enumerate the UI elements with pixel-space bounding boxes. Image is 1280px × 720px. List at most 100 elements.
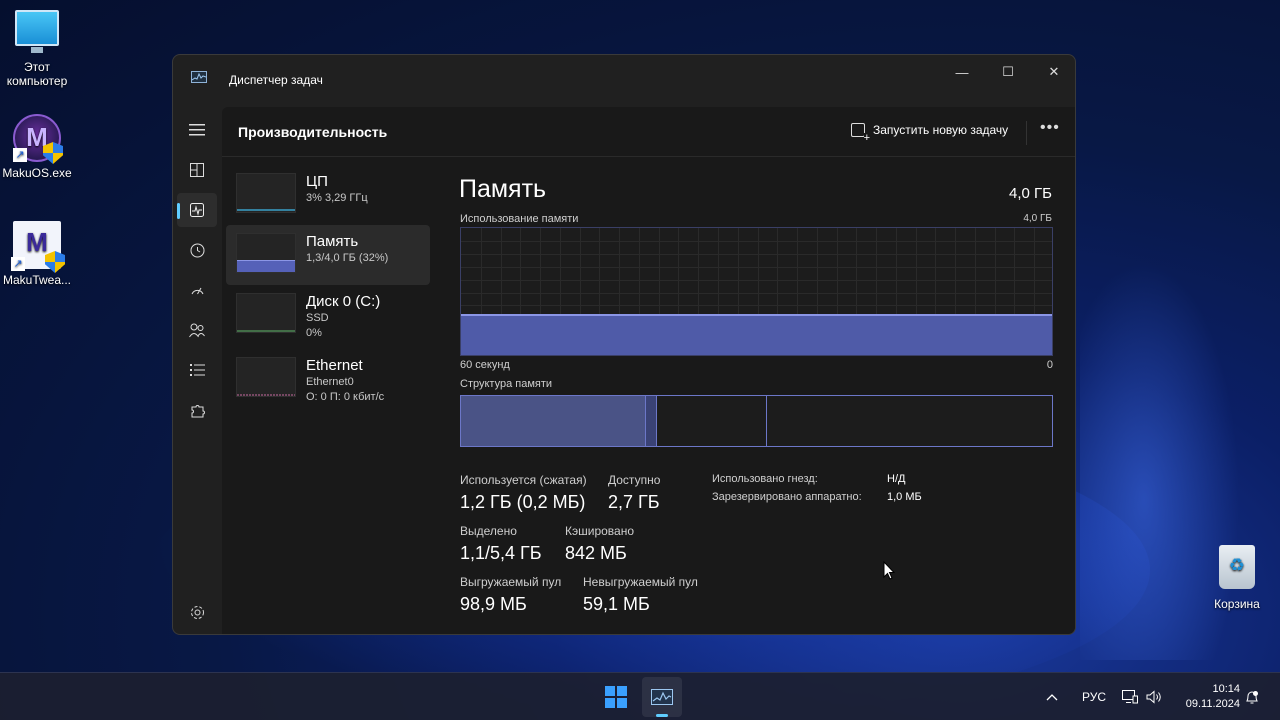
task-manager-app-icon (651, 689, 673, 705)
stat-cached-value: 842 МБ (565, 543, 627, 563)
network-button[interactable] (1122, 673, 1138, 720)
desktop-icon-label: Этот компьютер (6, 60, 68, 88)
memory-usage-fill (461, 314, 1052, 355)
device-item-ethernet[interactable]: Ethernet Ethernet0 О: 0 П: 0 кбит/с (226, 351, 430, 411)
title-bar[interactable]: Диспетчер задач — ☐ ✕ (173, 55, 1075, 105)
device-detail: Ethernet0 (306, 376, 354, 388)
nav-startup-apps[interactable] (177, 273, 217, 307)
memory-structure-bar (460, 395, 1053, 447)
shield-icon (43, 142, 63, 164)
ethernet-mini-graph (236, 357, 296, 397)
page-header: Производительность Запустить новую задач… (222, 107, 1075, 157)
more-options-button[interactable]: ••• (1040, 119, 1060, 137)
structure-standby-segment (657, 396, 767, 446)
minimize-button[interactable]: — (939, 57, 985, 87)
memory-usage-label: Использование памяти (460, 213, 579, 225)
memory-title: Память (459, 175, 547, 203)
nav-details[interactable] (177, 353, 217, 387)
desktop-icon-label: MakuOS.exe (2, 166, 72, 180)
desktop-icon-label: Корзина (1214, 597, 1260, 611)
device-name: Ethernet (306, 357, 363, 374)
stat-paged-pool-label: Выгружаемый пул (460, 575, 562, 589)
hamburger-menu-button[interactable] (177, 113, 217, 147)
device-detail-2: 0% (306, 327, 322, 339)
nav-active-indicator (177, 203, 180, 219)
task-manager-window: Диспетчер задач — ☐ ✕ Производительность (172, 54, 1076, 635)
hardware-reserved-label: Зарезервировано аппаратно: (712, 491, 862, 503)
cpu-mini-graph (236, 173, 296, 213)
disk-mini-graph (236, 293, 296, 333)
desktop-icon-makuos[interactable]: M ↗ MakuOS.exe (0, 114, 74, 180)
device-detail: 3% 3,29 ГГц (306, 192, 368, 204)
nav-services[interactable] (177, 393, 217, 427)
device-item-cpu[interactable]: ЦП 3% 3,29 ГГц (226, 165, 430, 225)
language-indicator[interactable]: РУС (1082, 673, 1106, 720)
stat-cached-label: Кэшировано (565, 524, 635, 538)
tray-overflow-button[interactable] (1046, 673, 1058, 720)
performance-icon (190, 203, 204, 217)
new-task-icon (851, 123, 870, 143)
stat-available-value: 2,7 ГБ (608, 492, 660, 512)
chevron-up-icon (1046, 694, 1058, 701)
device-detail: 1,3/4,0 ГБ (32%) (306, 252, 389, 264)
window-title: Диспетчер задач (229, 73, 323, 87)
notifications-button[interactable] (1245, 673, 1259, 720)
taskbar-running-indicator (656, 714, 668, 717)
slots-used-value: Н/Д (887, 473, 906, 485)
device-detail-2: О: 0 П: 0 кбит/с (306, 391, 385, 403)
nav-performance[interactable] (177, 193, 217, 227)
hamburger-icon (189, 124, 205, 136)
computer-icon (15, 10, 59, 53)
start-button[interactable] (596, 677, 636, 717)
stat-available-label: Доступно (608, 473, 661, 487)
stat-paged-pool-value: 98,9 МБ (460, 594, 527, 614)
users-icon (189, 323, 205, 337)
stat-committed-label: Выделено (460, 524, 517, 538)
hardware-reserved-value: 1,0 МБ (887, 491, 922, 503)
network-icon (1122, 690, 1138, 704)
memory-usage-graph (460, 227, 1053, 356)
nav-app-history[interactable] (177, 233, 217, 267)
device-item-disk[interactable]: Диск 0 (C:) SSD 0% (226, 285, 430, 345)
content-pane: Производительность Запустить новую задач… (222, 107, 1075, 634)
structure-modified-segment (646, 396, 657, 446)
memory-mini-graph (236, 233, 296, 273)
stat-nonpaged-pool-value: 59,1 МБ (583, 594, 650, 614)
run-new-task-button[interactable]: Запустить новую задачу (851, 123, 1008, 143)
desktop-icon-makutweaker[interactable]: M ↗ MakuTwea... (0, 221, 74, 287)
details-list-icon (189, 364, 205, 376)
memory-total: 4,0 ГБ (1009, 185, 1052, 202)
memory-structure-label: Структура памяти (460, 378, 553, 390)
windows-logo-icon (605, 686, 627, 708)
volume-button[interactable] (1146, 673, 1164, 720)
stat-in-use-value: 1,2 ГБ (0,2 МБ) (460, 492, 586, 512)
stat-committed-value: 1,1/5,4 ГБ (460, 543, 542, 563)
startup-gauge-icon (191, 287, 203, 294)
page-title: Производительность (238, 124, 388, 140)
desktop-icon-this-pc[interactable]: Этот компьютер (0, 10, 74, 88)
taskbar-task-manager-button[interactable] (642, 677, 682, 717)
nav-settings[interactable] (177, 595, 217, 629)
desktop-icon-recycle-bin[interactable]: Корзина (1200, 545, 1274, 611)
shortcut-arrow-icon: ↗ (13, 148, 27, 162)
nav-users[interactable] (177, 313, 217, 347)
mouse-cursor-icon (883, 561, 895, 580)
stat-nonpaged-pool-label: Невыгружаемый пул (583, 575, 698, 589)
close-button[interactable]: ✕ (1031, 57, 1075, 87)
makutweaker-app-icon: M ↗ (11, 221, 65, 273)
notification-bell-icon (1246, 690, 1258, 703)
clock[interactable]: 10:14 09.11.2024 (1174, 682, 1240, 712)
clock-date: 09.11.2024 (1185, 698, 1240, 710)
device-item-memory[interactable]: Память 1,3/4,0 ГБ (32%) (226, 225, 430, 285)
device-name: ЦП (306, 173, 328, 190)
nav-processes[interactable] (177, 153, 217, 187)
shield-icon (45, 251, 65, 273)
device-name: Память (306, 233, 359, 250)
graph-time-left: 60 секунд (460, 359, 510, 371)
maximize-button[interactable]: ☐ (985, 57, 1031, 87)
processes-icon (190, 163, 204, 177)
recycle-bin-icon (1219, 545, 1255, 589)
services-puzzle-icon (191, 404, 205, 417)
gear-icon (190, 605, 204, 619)
clock-time: 10:14 (1212, 683, 1240, 695)
